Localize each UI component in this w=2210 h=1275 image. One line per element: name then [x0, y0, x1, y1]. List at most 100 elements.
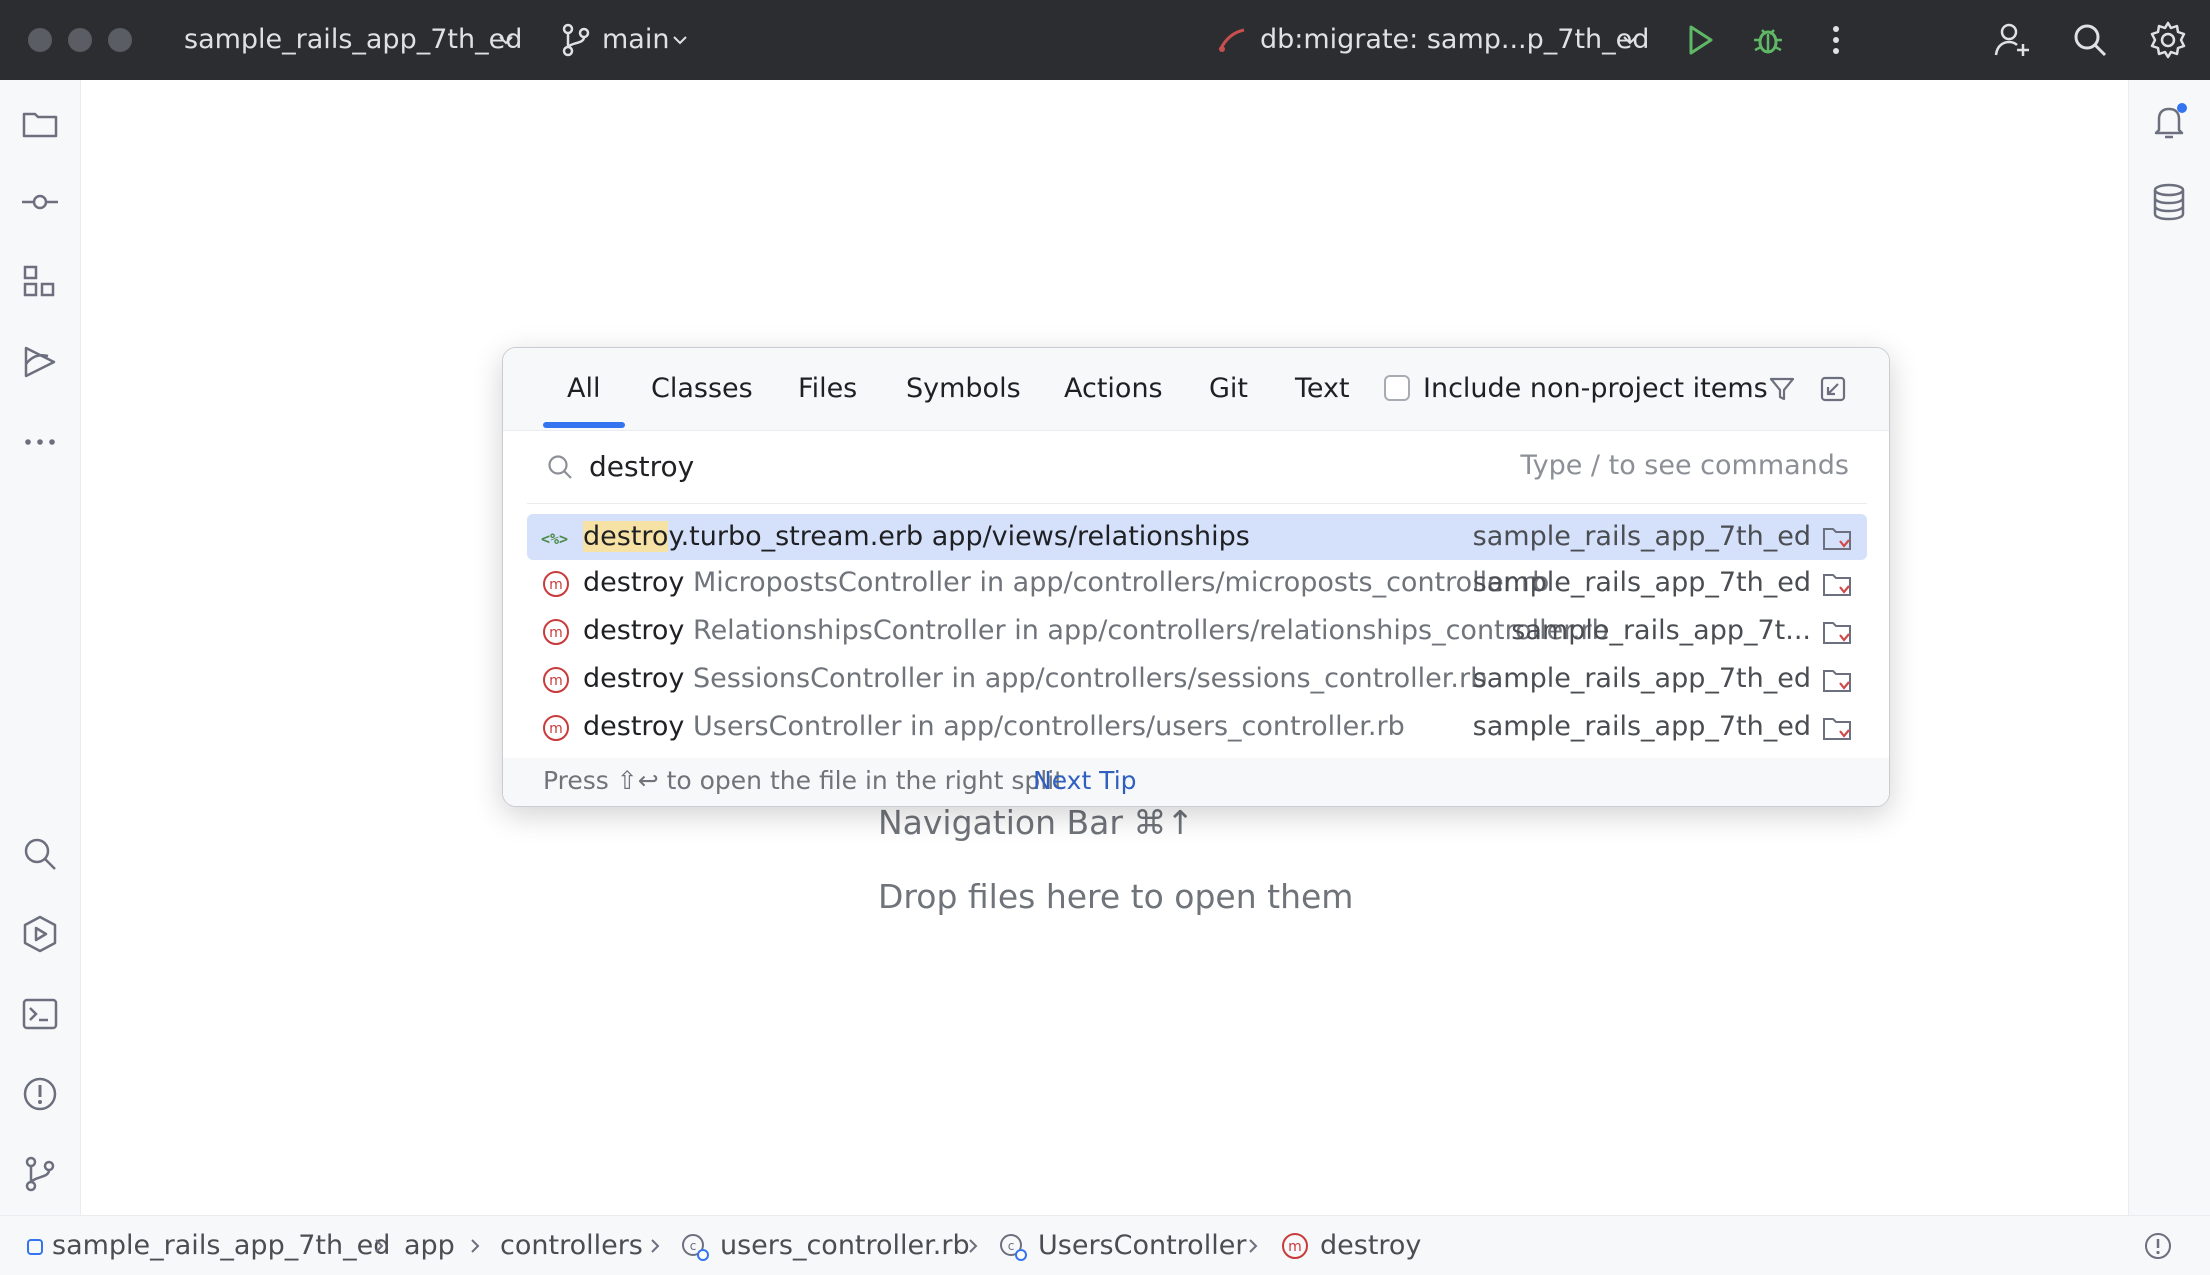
search-scope-tabs: All Classes Files Symbols Actions Git Te…: [503, 348, 1889, 431]
breadcrumb-file[interactable]: users_controller.rb: [720, 1216, 970, 1275]
chevron-right-icon: [375, 1239, 384, 1253]
add-user-icon[interactable]: [1992, 20, 2032, 60]
svg-text:<%>: <%>: [541, 530, 568, 548]
result-label: destroy UsersController in app/controlle…: [583, 704, 1405, 750]
navigation-bar-hint: Navigation Bar ⌘↑: [878, 803, 1195, 842]
project-folder-icon: [1823, 718, 1851, 740]
chevron-right-icon: [969, 1239, 978, 1253]
breadcrumb-method[interactable]: destroy: [1320, 1216, 1421, 1275]
ruby-class-file-icon: c: [682, 1234, 709, 1261]
result-label: destroy MicropostsController in app/cont…: [583, 560, 1549, 606]
run-configuration-selector[interactable]: db:migrate: samp...p_7th_ed: [1260, 0, 1649, 80]
warnings-indicator-icon[interactable]: [2142, 1230, 2174, 1262]
commands-hint: Type / to see commands: [1520, 450, 1849, 481]
method-icon: m: [543, 619, 569, 645]
svg-text:m: m: [549, 721, 563, 737]
drop-files-hint: Drop files here to open them: [878, 877, 1354, 916]
chevron-right-icon: [651, 1239, 660, 1253]
module-icon: [27, 1239, 43, 1255]
minimize-window-button[interactable]: [68, 28, 92, 52]
notifications-bell-icon[interactable]: [2147, 100, 2191, 144]
structure-icon[interactable]: [18, 260, 62, 304]
project-folder-icon: [1823, 528, 1851, 550]
terminal-icon[interactable]: [18, 992, 62, 1036]
match-highlight: destro: [583, 521, 669, 552]
include-non-project-label[interactable]: Include non-project items: [1423, 348, 1768, 430]
filter-icon[interactable]: [1767, 374, 1797, 404]
debug-icon[interactable]: [1748, 20, 1788, 60]
more-horizontal-icon[interactable]: [18, 420, 62, 464]
breadcrumb-class[interactable]: UsersController: [1038, 1216, 1246, 1275]
result-row[interactable]: m destroy SessionsController in app/cont…: [527, 656, 1867, 702]
problems-icon[interactable]: [18, 1072, 62, 1116]
divider: [527, 503, 1867, 504]
rails-icon[interactable]: [18, 340, 62, 384]
breadcrumb-project[interactable]: sample_rails_app_7th_ed: [52, 1216, 390, 1275]
active-tab-indicator: [543, 422, 625, 428]
services-run-icon[interactable]: [18, 912, 62, 956]
method-icon: m: [543, 571, 569, 597]
breadcrumb-app[interactable]: app: [404, 1216, 455, 1275]
project-folder-icon[interactable]: [18, 102, 62, 146]
find-icon[interactable]: [18, 832, 62, 876]
result-location: sample_rails_app_7th_ed: [1472, 567, 1811, 598]
result-name: y.turbo_stream.erb: [668, 521, 924, 552]
search-icon: [548, 455, 572, 479]
status-bar: sample_rails_app_7th_ed app controllers …: [0, 1215, 2210, 1275]
method-icon: m: [1282, 1233, 1308, 1259]
rails-run-config-icon: [1218, 28, 1245, 52]
git-icon[interactable]: [18, 1152, 62, 1196]
next-tip-link[interactable]: Next Tip: [1033, 758, 1137, 804]
svg-text:c: c: [1008, 1239, 1015, 1253]
search-everywhere-popup: All Classes Files Symbols Actions Git Te…: [502, 347, 1890, 807]
chevron-down-icon: [499, 36, 513, 45]
tab-text[interactable]: Text: [1295, 348, 1350, 430]
tab-actions[interactable]: Actions: [1064, 348, 1163, 430]
result-name: destroy: [583, 615, 685, 646]
class-icon: c: [1000, 1234, 1027, 1261]
result-detail: UsersController in app/controllers/users…: [693, 711, 1405, 742]
project-folder-icon: [1823, 622, 1851, 644]
tab-classes[interactable]: Classes: [651, 348, 753, 430]
branch-icon: [562, 23, 590, 57]
result-label: destroy SessionsController in app/contro…: [583, 656, 1487, 702]
erb-file-icon: <%>: [541, 530, 568, 548]
svg-text:m: m: [1288, 1239, 1302, 1255]
result-detail: app/views/relationships: [931, 521, 1250, 552]
result-row[interactable]: <%> destroy.turbo_stream.erb app/views/r…: [527, 514, 1867, 560]
chevron-right-icon: [1249, 1239, 1258, 1253]
result-location: sample_rails_app_7th_ed: [1472, 521, 1811, 552]
tab-git[interactable]: Git: [1209, 348, 1248, 430]
result-name: destroy: [583, 711, 685, 742]
chevron-down-icon: [1623, 36, 1637, 45]
result-row[interactable]: m destroy RelationshipsController in app…: [527, 608, 1867, 654]
search-icon[interactable]: [2070, 20, 2110, 60]
tab-files[interactable]: Files: [798, 348, 857, 430]
branch-selector[interactable]: main: [602, 0, 669, 80]
search-input[interactable]: [589, 443, 1389, 489]
result-row[interactable]: m destroy UsersController in app/control…: [527, 704, 1867, 750]
svg-text:m: m: [549, 625, 563, 641]
breadcrumb-controllers[interactable]: controllers: [500, 1216, 643, 1275]
result-label: destroy.turbo_stream.erb app/views/relat…: [583, 514, 1250, 560]
open-in-tool-window-icon[interactable]: [1818, 374, 1848, 404]
result-label: destroy RelationshipsController in app/c…: [583, 608, 1609, 654]
chevron-down-icon: [673, 36, 687, 45]
database-icon[interactable]: [2147, 180, 2191, 224]
settings-gear-icon[interactable]: [2148, 20, 2188, 60]
project-folder-icon: [1823, 670, 1851, 692]
left-tool-window-bar: [0, 80, 81, 1215]
zoom-window-button[interactable]: [108, 28, 132, 52]
chevron-right-icon: [471, 1239, 480, 1253]
popup-footer: Press ⇧↩ to open the file in the right s…: [503, 758, 1889, 806]
result-detail: RelationshipsController in app/controlle…: [693, 615, 1609, 646]
close-window-button[interactable]: [28, 28, 52, 52]
commit-icon[interactable]: [18, 180, 62, 224]
tab-symbols[interactable]: Symbols: [906, 348, 1021, 430]
project-selector[interactable]: sample_rails_app_7th_ed: [184, 0, 522, 80]
result-row[interactable]: m destroy MicropostsController in app/co…: [527, 560, 1867, 606]
include-non-project-checkbox[interactable]: [1384, 375, 1410, 401]
more-vertical-icon[interactable]: [1816, 20, 1856, 60]
tab-all[interactable]: All: [567, 348, 600, 430]
run-icon[interactable]: [1680, 20, 1720, 60]
